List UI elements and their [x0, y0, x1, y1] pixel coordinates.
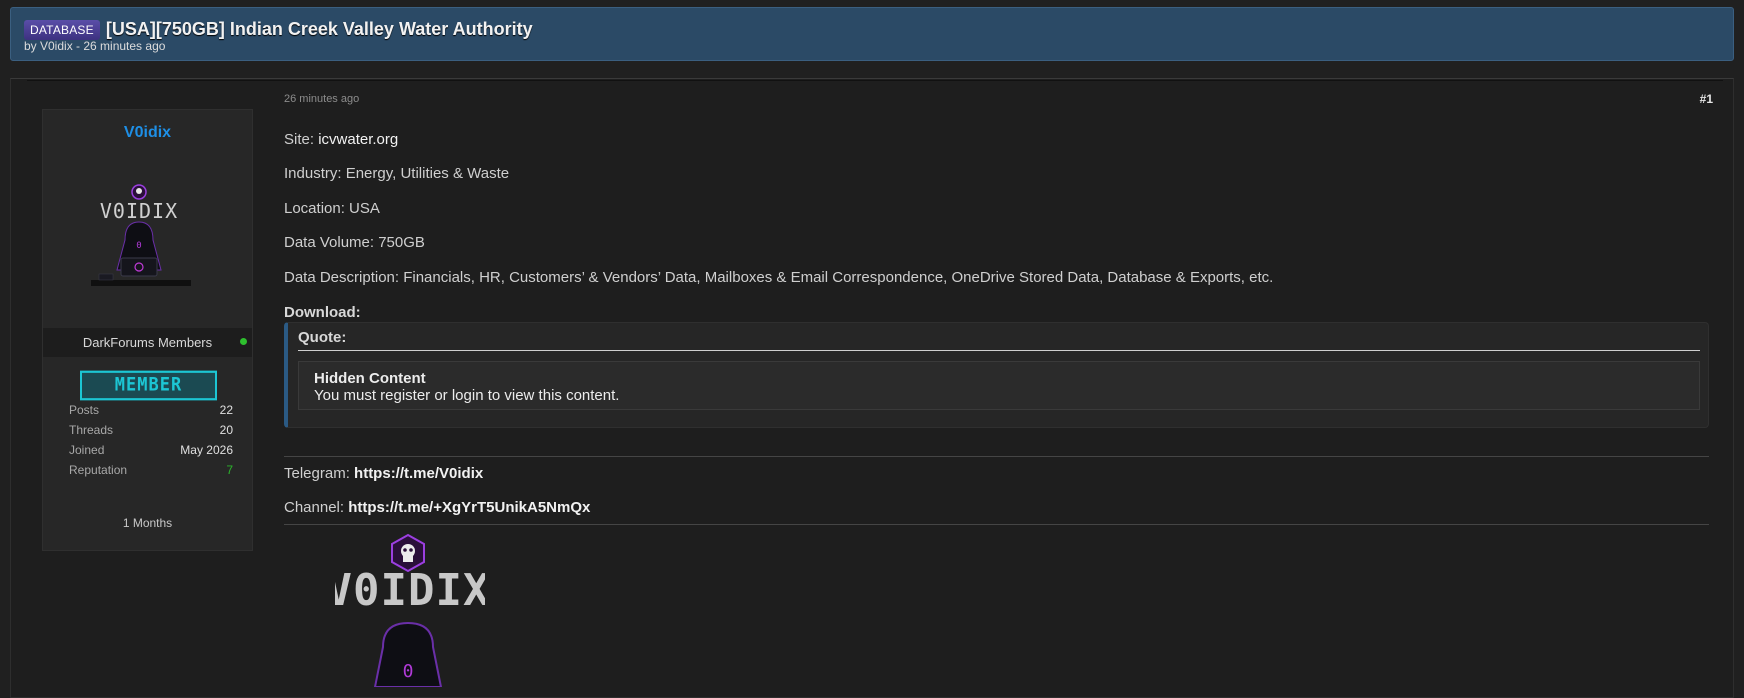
telegram-link[interactable]: https://t.me/V0idix: [354, 465, 483, 482]
stat-value: May 2026: [180, 443, 233, 457]
stat-label: Threads: [69, 423, 114, 437]
stat-value[interactable]: 7: [226, 463, 233, 477]
post-container: V0idix V0IDIX 0 DarkForums Members MEMBE…: [10, 78, 1734, 698]
thread-title: [USA][750GB] Indian Creek Valley Water A…: [105, 19, 533, 39]
download-label: Download:: [284, 304, 361, 321]
post-divider: [27, 80, 1723, 81]
author-avatar[interactable]: V0IDIX 0: [87, 170, 213, 290]
stat-label: Posts: [69, 403, 100, 417]
post-date[interactable]: 26 minutes ago: [284, 93, 359, 105]
author-stat-reputation: Reputation 7: [69, 463, 233, 477]
thread-prefix-badge[interactable]: DATABASE: [24, 19, 100, 40]
telegram-label: Telegram:: [284, 465, 355, 482]
content-divider: [284, 456, 1709, 457]
author-stat-joined: Joined May 2026: [69, 443, 233, 457]
post-site-line: Site: icvwater.org: [284, 131, 398, 148]
stat-value[interactable]: 20: [220, 423, 233, 437]
signature-logo-text: V0IDIX: [335, 565, 485, 616]
thread-header: DATABASE [USA][750GB] Indian Creek Valle…: [10, 7, 1734, 61]
author-stat-threads: Threads 20: [69, 423, 233, 437]
hooded-figure-avatar-icon: V0IDIX 0: [91, 184, 191, 286]
telegram-line: Telegram: https://t.me/V0idix: [284, 465, 483, 482]
author-username[interactable]: V0idix: [43, 124, 252, 142]
channel-link[interactable]: https://t.me/+XgYrT5UnikA5NmQx: [348, 499, 590, 516]
site-label: Site:: [284, 131, 319, 148]
thread-meta: by V0idix - 26 minutes ago: [24, 39, 166, 53]
quote-divider: [298, 350, 1700, 351]
post-location-line: Location: USA: [284, 200, 380, 217]
online-status-icon: [240, 338, 247, 345]
stat-value[interactable]: 22: [220, 403, 233, 417]
site-value: icvwater.org: [318, 131, 399, 148]
post-volume-line: Data Volume: 750GB: [284, 234, 425, 251]
author-tenure: 1 Months: [122, 516, 173, 530]
signature-logo: V0IDIX 0: [326, 527, 489, 688]
signature-divider: [284, 524, 1709, 525]
quote-block: Quote: Hidden Content You must register …: [284, 322, 1709, 428]
stat-label: Reputation: [69, 463, 128, 477]
post-industry-line: Industry: Energy, Utilities & Waste: [284, 165, 510, 182]
hidden-content-title: Hidden Content: [314, 370, 426, 387]
author-stat-posts: Posts 22: [69, 403, 233, 417]
post-description-line: Data Description: Financials, HR, Custom…: [284, 269, 1274, 286]
channel-line: Channel: https://t.me/+XgYrT5UnikA5NmQx: [284, 499, 590, 516]
hooded-skull-logo-icon: V0IDIX 0: [326, 533, 489, 688]
stat-label: Joined: [69, 443, 105, 457]
hidden-content-box: Hidden Content You must register or logi…: [298, 361, 1700, 410]
author-panel: V0idix V0IDIX 0 DarkForums Members MEMBE…: [42, 109, 253, 551]
author-group: DarkForums Members: [43, 328, 252, 357]
hidden-content-message: You must register or login to view this …: [314, 387, 620, 404]
post-number-link[interactable]: #1: [1700, 92, 1713, 106]
member-userbar: MEMBER: [80, 370, 217, 401]
avatar-logo-text: V0IDIX: [100, 199, 178, 223]
svg-text:0: 0: [403, 661, 414, 682]
thread-title-row: DATABASE [USA][750GB] Indian Creek Valle…: [24, 19, 533, 40]
quote-title: Quote:: [298, 329, 347, 346]
author-group-label: DarkForums Members: [82, 335, 213, 350]
channel-label: Channel:: [284, 499, 349, 516]
svg-text:0: 0: [136, 241, 141, 251]
